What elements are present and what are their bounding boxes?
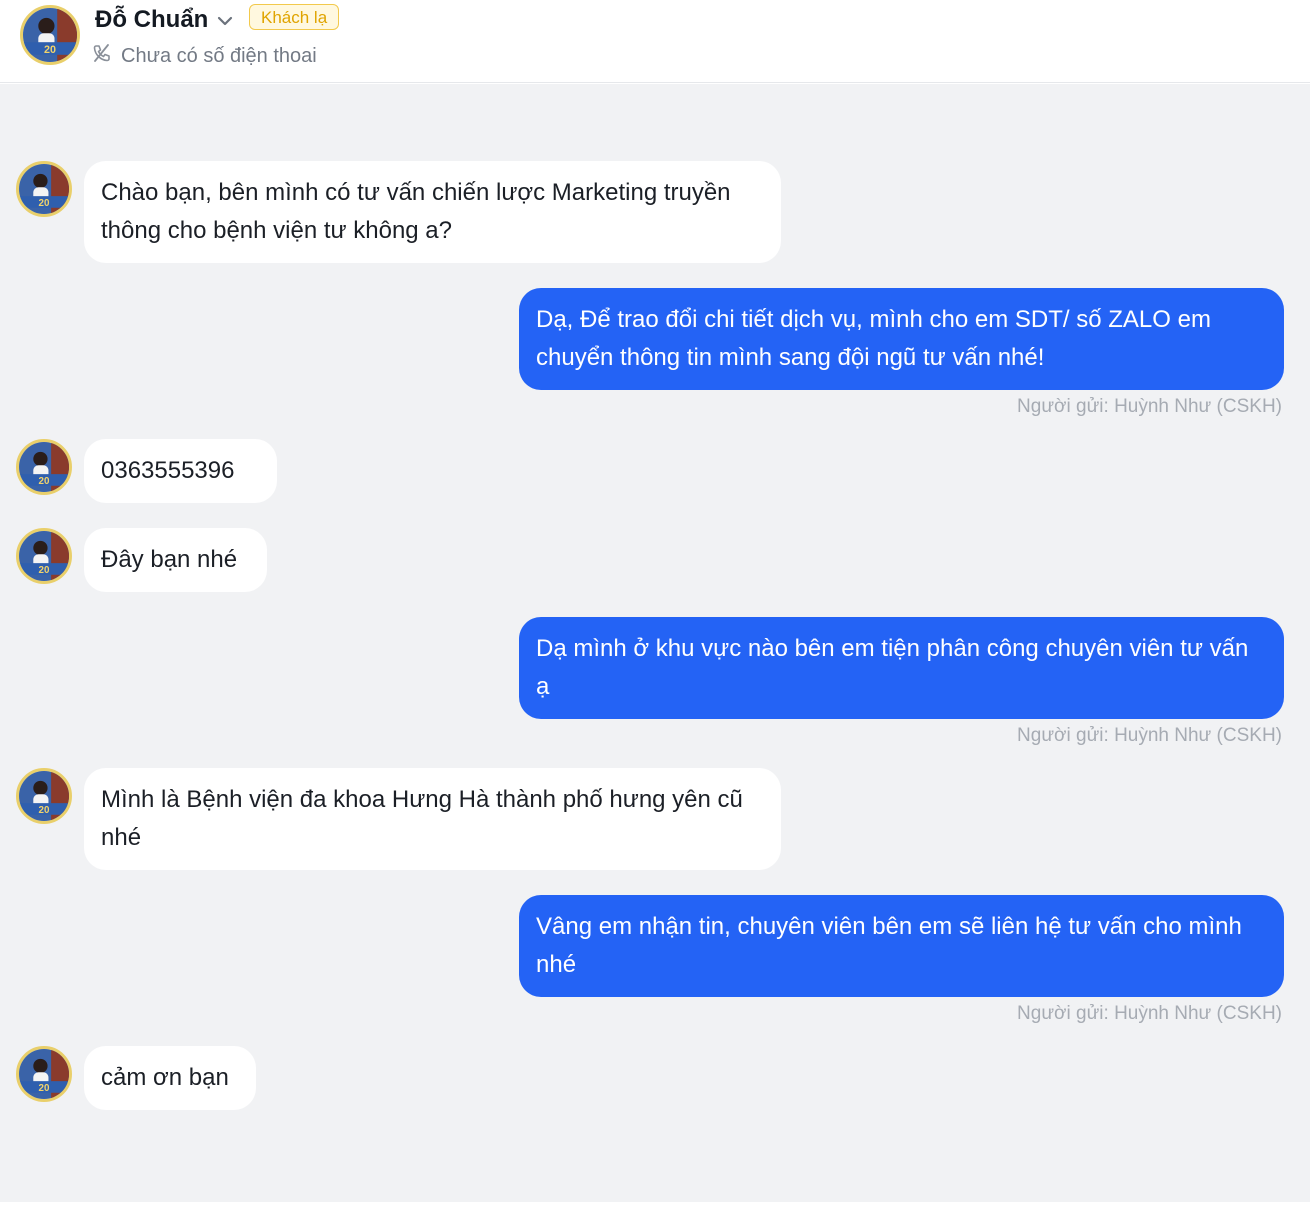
- avatar-image: 20: [19, 1049, 69, 1099]
- contact-name[interactable]: Đỗ Chuẩn: [95, 6, 208, 34]
- contact-avatar[interactable]: 20: [16, 528, 72, 584]
- avatar-image: 20: [19, 442, 69, 492]
- svg-text:20: 20: [39, 198, 50, 209]
- contact-avatar[interactable]: 20: [16, 1046, 72, 1102]
- svg-text:20: 20: [39, 1083, 50, 1094]
- avatar-image: 20: [19, 531, 69, 581]
- message-bubble-incoming[interactable]: Đây bạn nhé: [84, 528, 267, 592]
- message-bubble-outgoing[interactable]: Dạ, Để trao đổi chi tiết dịch vụ, mình c…: [519, 288, 1284, 390]
- avatar-image: 20: [23, 8, 77, 62]
- sender-label: Người gửi: Huỳnh Như (CSKH): [1017, 1003, 1282, 1024]
- contact-avatar[interactable]: 20: [20, 5, 80, 65]
- message-bubble-incoming[interactable]: cảm ơn bạn: [84, 1046, 256, 1110]
- chevron-down-icon[interactable]: [216, 12, 234, 30]
- svg-text:20: 20: [44, 44, 56, 56]
- svg-text:20: 20: [39, 476, 50, 487]
- avatar-image: 20: [19, 771, 69, 821]
- avatar-image: 20: [19, 164, 69, 214]
- svg-text:20: 20: [39, 565, 50, 576]
- message-bubble-outgoing[interactable]: Vâng em nhận tin, chuyên viên bên em sẽ …: [519, 895, 1284, 997]
- message-bubble-incoming[interactable]: 0363555396: [84, 439, 277, 503]
- phone-status: Chưa có số điện thoai: [121, 45, 317, 67]
- sender-label: Người gửi: Huỳnh Như (CSKH): [1017, 396, 1282, 417]
- contact-avatar[interactable]: 20: [16, 161, 72, 217]
- footer-strip: [0, 1202, 1310, 1210]
- phone-slash-icon: [93, 44, 110, 62]
- message-bubble-outgoing[interactable]: Dạ mình ở khu vực nào bên em tiện phân c…: [519, 617, 1284, 719]
- sender-label: Người gửi: Huỳnh Như (CSKH): [1017, 725, 1282, 746]
- message-bubble-incoming[interactable]: Chào bạn, bên mình có tư vấn chiến lược …: [84, 161, 781, 263]
- contact-avatar[interactable]: 20: [16, 768, 72, 824]
- chat-header: 20 Đỗ Chuẩn Khách lạ Chưa có số điện tho…: [0, 0, 1310, 83]
- svg-text:20: 20: [39, 805, 50, 816]
- stranger-badge: Khách lạ: [249, 4, 340, 30]
- message-bubble-incoming[interactable]: Mình là Bệnh viện đa khoa Hưng Hà thành …: [84, 768, 781, 870]
- contact-avatar[interactable]: 20: [16, 439, 72, 495]
